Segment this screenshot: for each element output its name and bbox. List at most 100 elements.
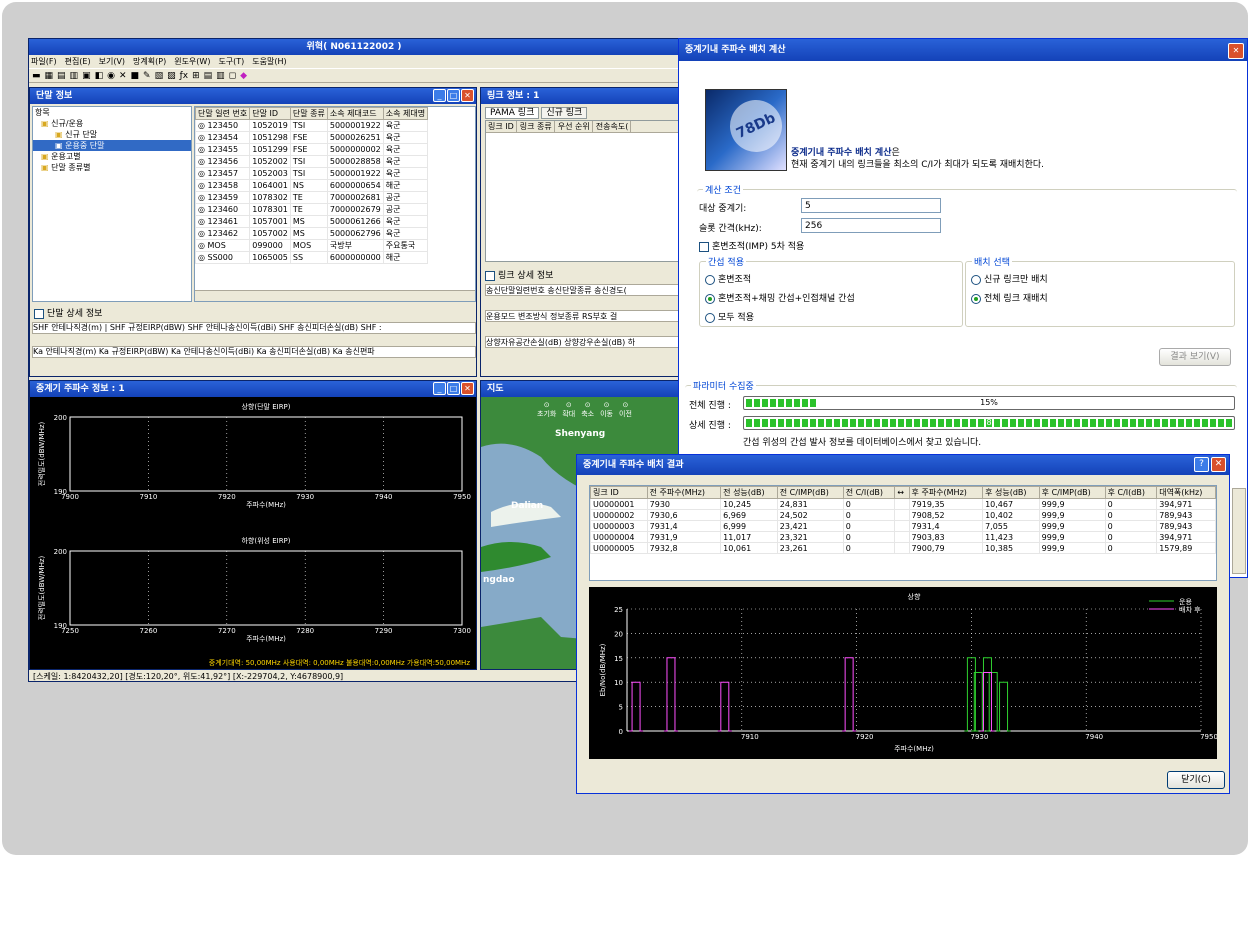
- toolbar-icon[interactable]: ◉: [107, 71, 115, 81]
- column-header[interactable]: 단말 종류: [289, 107, 328, 120]
- toolbar-icon[interactable]: ▤: [57, 71, 66, 81]
- column-header[interactable]: 전 C/IMP(dB): [776, 486, 844, 499]
- close-button[interactable]: 닫기(C): [1167, 771, 1225, 789]
- interf-opt-1[interactable]: 혼변조적+채밍 간섭+인접채널 간섭: [705, 291, 855, 304]
- column-header[interactable]: 링크 ID: [486, 121, 517, 132]
- menu-item-5[interactable]: 도구(T): [218, 55, 244, 68]
- column-header[interactable]: 전 C/I(dB): [842, 486, 896, 499]
- toolbar-icon[interactable]: ▥: [70, 71, 79, 81]
- toolbar-icon[interactable]: ✕: [119, 71, 127, 81]
- radio-icon[interactable]: [705, 274, 715, 285]
- slot-input[interactable]: [801, 218, 941, 233]
- h-scrollbar[interactable]: [195, 290, 475, 301]
- menu-item-2[interactable]: 보기(V): [99, 55, 125, 68]
- minimize-icon[interactable]: _: [433, 382, 446, 395]
- toolbar-icon[interactable]: ◧: [95, 71, 104, 81]
- tab-new-link[interactable]: 신규 링크: [541, 107, 588, 119]
- place-opt-0[interactable]: 신규 링크만 배치: [971, 272, 1048, 285]
- toolbar-icon[interactable]: ◆: [240, 71, 247, 81]
- column-header[interactable]: 단말 일련 번호: [195, 107, 251, 120]
- checkbox-icon[interactable]: [34, 308, 44, 319]
- tree-item[interactable]: 항목: [33, 107, 191, 118]
- toolbar-icon[interactable]: ▬: [32, 71, 41, 81]
- table-row[interactable]: ◎ 123459 1078302 TE 7000002681 공군: [195, 191, 429, 204]
- tree-item[interactable]: ▣ 운용중 단말: [33, 140, 191, 151]
- radio-icon[interactable]: [705, 312, 715, 323]
- table-row[interactable]: U0000005 7932,8 10,061 23,261 0 7900,79 10,385…: [590, 542, 1216, 554]
- result-view-button[interactable]: 결과 보기(V): [1159, 348, 1231, 366]
- radio-selected-icon[interactable]: [971, 293, 981, 304]
- radio-selected-icon[interactable]: [705, 293, 715, 304]
- table-row[interactable]: U0000004 7931,9 11,017 23,321 0 7903,83 11,423…: [590, 531, 1216, 543]
- column-header[interactable]: 소속 제대코드: [326, 107, 384, 120]
- v-scrollbar[interactable]: [1232, 488, 1246, 574]
- radio-icon[interactable]: [971, 274, 981, 285]
- column-header[interactable]: 후 C/IMP(dB): [1038, 486, 1106, 499]
- map-tool-icon[interactable]: ⊙ 축소: [581, 401, 594, 419]
- map-tool-icon[interactable]: ⊙ 이전: [619, 401, 632, 419]
- column-header[interactable]: 후 C/I(dB): [1104, 486, 1158, 499]
- tree-item[interactable]: ▣ 단말 종류별: [33, 162, 191, 173]
- menu-item-3[interactable]: 망계획(P): [133, 55, 166, 68]
- table-row[interactable]: U0000002 7930,6 6,969 24,502 0 7908,52 10,402 9…: [590, 509, 1216, 521]
- imp-check[interactable]: 혼변조적(IMP) 5차 적용: [699, 239, 804, 252]
- checkbox-icon[interactable]: [699, 241, 709, 252]
- map-tool-icon[interactable]: ⊙ 초기화: [537, 401, 556, 419]
- column-header[interactable]: 링크 종류: [518, 121, 555, 132]
- table-row[interactable]: ◎ MOS 099000 MOS 국방부 주요통국: [195, 239, 429, 252]
- tree-item[interactable]: ▣ 신규/운용: [33, 118, 191, 129]
- terminal-detail-check[interactable]: 단말 상세 정보: [34, 306, 102, 319]
- table-row[interactable]: ◎ 123454 1051298 FSE 5000026251 육군: [195, 131, 429, 144]
- toolbar-icon[interactable]: ▥: [216, 71, 225, 81]
- interf-opt-0[interactable]: 혼변조적: [705, 272, 751, 285]
- table-row[interactable]: ◎ 123458 1064001 NS 6000000654 해군: [195, 179, 429, 192]
- menu-item-0[interactable]: 파일(F): [31, 55, 57, 68]
- toolbar-icon[interactable]: ▧: [155, 71, 164, 81]
- column-header[interactable]: 후 성능(dB): [982, 486, 1040, 499]
- close-icon[interactable]: ✕: [1211, 457, 1226, 472]
- column-header[interactable]: 후 주파수(MHz): [908, 486, 984, 499]
- column-header[interactable]: 단말 ID: [249, 107, 291, 120]
- column-header[interactable]: 전 성능(dB): [720, 486, 778, 499]
- table-row[interactable]: ◎ SS000 1065005 SS 6000000000 해군: [195, 251, 429, 264]
- minimize-icon[interactable]: _: [433, 89, 446, 102]
- interf-opt-2[interactable]: 모두 적용: [705, 310, 754, 323]
- toolbar-icon[interactable]: ƒx: [180, 71, 189, 81]
- menu-item-4[interactable]: 윈도우(W): [174, 55, 210, 68]
- column-header[interactable]: 대역폭(kHz): [1156, 486, 1216, 499]
- toolbar-icon[interactable]: ■: [131, 71, 140, 81]
- table-row[interactable]: U0000003 7931,4 6,999 23,421 0 7931,4 7,055 999…: [590, 520, 1216, 532]
- toolbar-icon[interactable]: ▣: [82, 71, 91, 81]
- toolbar-icon[interactable]: ✎: [143, 71, 151, 81]
- place-opt-1[interactable]: 전체 링크 재배치: [971, 291, 1048, 304]
- column-header[interactable]: 링크 ID: [590, 486, 648, 499]
- column-header[interactable]: 우선 순위: [556, 121, 593, 132]
- column-header[interactable]: 전송속도(: [594, 121, 632, 132]
- column-header[interactable]: ↔: [894, 486, 910, 499]
- help-icon[interactable]: ?: [1194, 457, 1209, 472]
- close-icon[interactable]: ✕: [461, 382, 474, 395]
- menu-item-6[interactable]: 도움말(H): [252, 55, 286, 68]
- table-row[interactable]: ◎ 123457 1052003 TSI 5000001922 육군: [195, 167, 429, 180]
- toolbar-icon[interactable]: ⊞: [192, 71, 200, 81]
- table-row[interactable]: U0000001 7930 10,245 24,831 0 7919,35 10,467 99…: [590, 498, 1216, 510]
- target-input[interactable]: [801, 198, 941, 213]
- table-row[interactable]: ◎ 123462 1057002 MS 5000062796 육군: [195, 227, 429, 240]
- tab-pama[interactable]: PAMA 링크: [485, 107, 540, 119]
- table-row[interactable]: ◎ 123460 1078301 TE 7000002679 공군: [195, 203, 429, 216]
- map-tool-icon[interactable]: ⊙ 이동: [600, 401, 613, 419]
- column-header[interactable]: 소속 제대명: [382, 107, 429, 120]
- toolbar-icon[interactable]: ▨: [167, 71, 176, 81]
- map-tool-icon[interactable]: ⊙ 확대: [562, 401, 575, 419]
- table-row[interactable]: ◎ 123455 1051299 FSE 5000000002 육군: [195, 143, 429, 156]
- table-row[interactable]: ◎ 123450 1052019 TSI 5000001922 육군: [195, 119, 429, 132]
- column-header[interactable]: 전 주파수(MHz): [646, 486, 722, 499]
- toolbar-icon[interactable]: ▤: [204, 71, 213, 81]
- menu-item-1[interactable]: 편집(E): [65, 55, 91, 68]
- link-detail-check[interactable]: 링크 상세 정보: [485, 268, 553, 281]
- checkbox-icon[interactable]: [485, 270, 495, 281]
- maximize-icon[interactable]: □: [447, 382, 460, 395]
- toolbar-icon[interactable]: ▦: [45, 71, 54, 81]
- maximize-icon[interactable]: □: [447, 89, 460, 102]
- table-row[interactable]: ◎ 123456 1052002 TSI 5000028858 육군: [195, 155, 429, 168]
